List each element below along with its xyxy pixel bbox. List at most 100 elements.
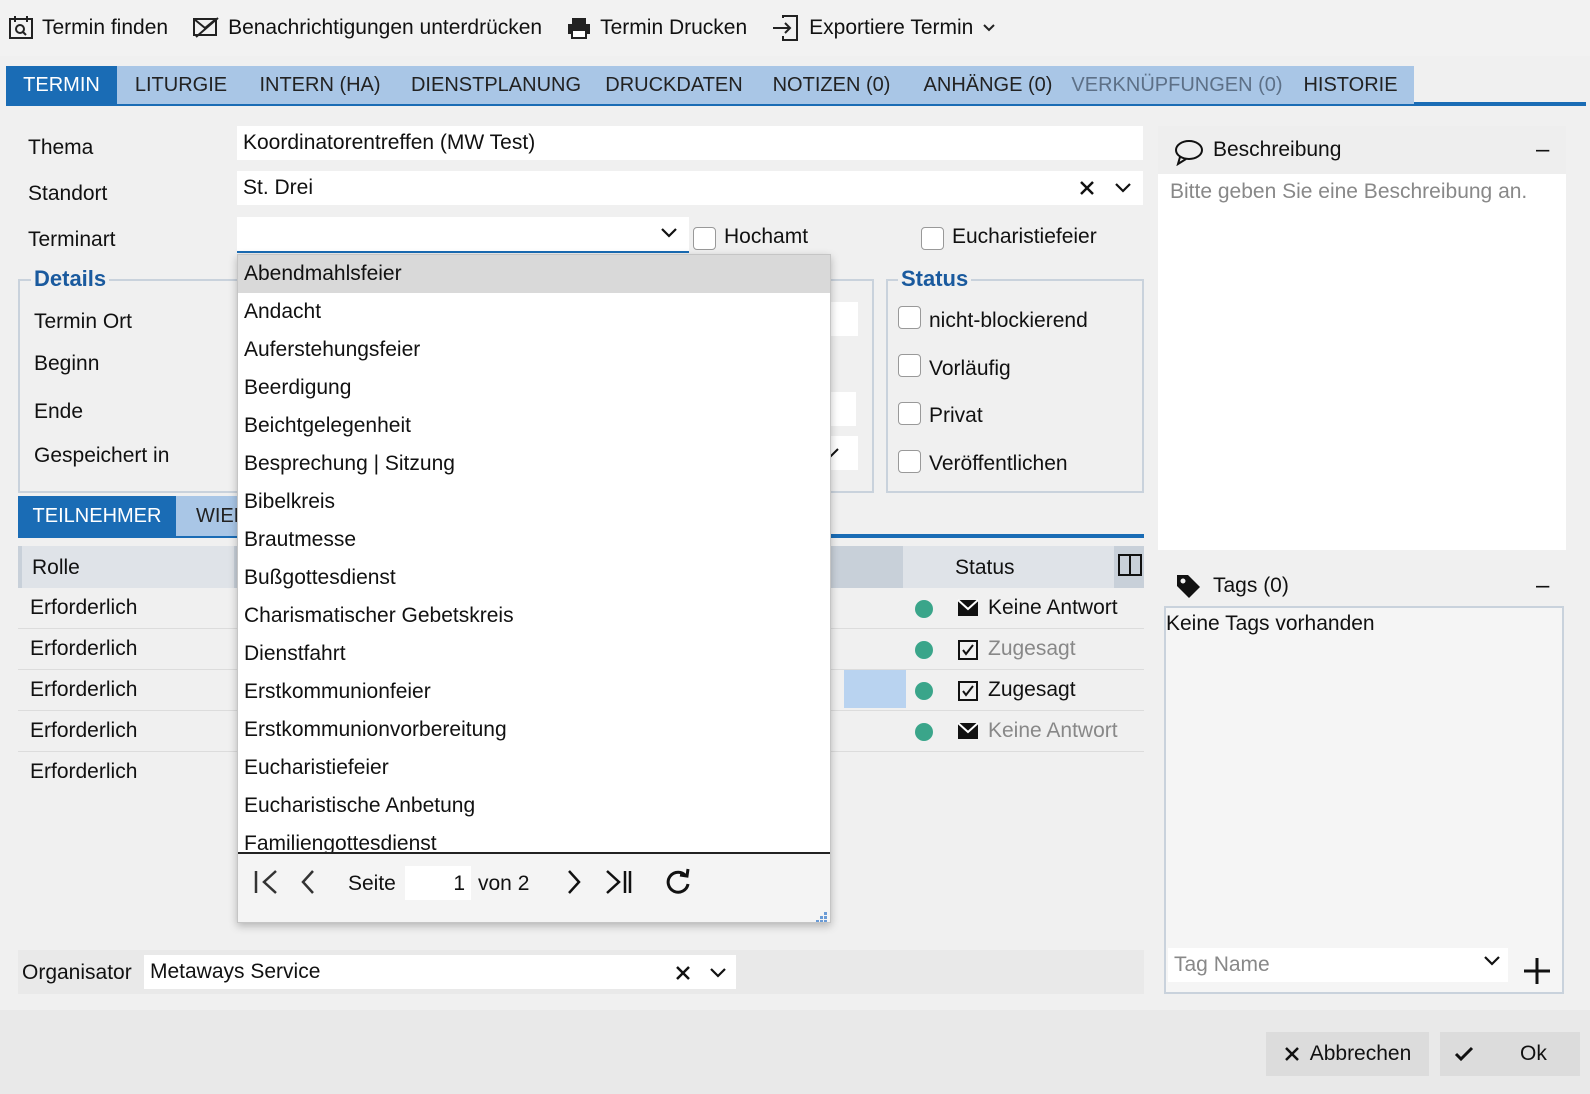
standort-combobox[interactable]: St. Drei: [237, 171, 1143, 205]
row-highlight-cell: [844, 670, 906, 708]
next-page-icon[interactable]: [564, 868, 584, 896]
pager-page-input[interactable]: 1: [405, 866, 471, 900]
chevron-down-icon[interactable]: [1482, 954, 1502, 968]
list-item[interactable]: Dienstfahrt: [238, 635, 830, 673]
list-item[interactable]: Abendmahlsfeier: [238, 255, 830, 293]
chevron-down-icon: [983, 24, 996, 32]
tab-liturgie[interactable]: LITURGIE: [117, 66, 245, 104]
list-item[interactable]: Erstkommunionvorbereitung: [238, 711, 830, 749]
beschreibung-title: Beschreibung: [1213, 138, 1342, 161]
main-tab-bar: TERMIN LITURGIE INTERN (HA) DIENSTPLANUN…: [6, 66, 1586, 106]
chevron-down-icon[interactable]: [708, 966, 728, 980]
col-rolle-header[interactable]: Rolle: [32, 556, 80, 580]
ende-label: Ende: [34, 400, 84, 423]
clear-icon[interactable]: [1078, 179, 1096, 197]
last-page-icon[interactable]: [604, 868, 634, 896]
veroeffentlichen-label: Veröffentlichen: [929, 452, 1068, 475]
printer-icon: [568, 18, 591, 39]
row-status: Keine Antwort: [988, 596, 1118, 619]
grid-header-indicator-cell: [903, 546, 945, 588]
first-page-icon[interactable]: [252, 868, 280, 896]
suppress-notifications-label: Benachrichtigungen unterdrücken: [228, 16, 543, 39]
terminart-dropdown-list: Abendmahlsfeier Andacht Auferstehungsfei…: [237, 254, 831, 923]
chevron-down-icon[interactable]: [659, 226, 679, 240]
list-item[interactable]: Eucharistiefeier: [238, 749, 830, 787]
collapse-beschreibung-button[interactable]: –: [1536, 136, 1549, 164]
tab-intern[interactable]: INTERN (HA): [241, 66, 399, 104]
list-item[interactable]: Auferstehungsfeier: [238, 331, 830, 369]
list-item[interactable]: Eucharistische Anbetung: [238, 787, 830, 825]
cancel-button[interactable]: Abbrechen: [1266, 1032, 1429, 1076]
tab-anhaenge[interactable]: ANHÄNGE (0): [908, 66, 1068, 104]
print-appointment-button[interactable]: Termin Drucken: [566, 16, 747, 40]
organisator-combobox[interactable]: Metaways Service: [144, 955, 736, 989]
tab-dienstplanung[interactable]: DIENSTPLANUNG: [398, 66, 594, 104]
list-item[interactable]: Bußgottesdienst: [238, 559, 830, 597]
clear-icon[interactable]: [674, 964, 692, 982]
find-appointment-label: Termin finden: [42, 16, 169, 39]
tab-historie[interactable]: HISTORIE: [1287, 66, 1414, 104]
row-rolle: Erforderlich: [30, 760, 138, 783]
status-dot: [915, 723, 933, 741]
details-title: Details: [31, 266, 110, 292]
thema-input[interactable]: Koordinatorentreffen (MW Test): [237, 126, 1143, 160]
envelope-icon: [957, 599, 979, 616]
termin-ort-label: Termin Ort: [34, 310, 133, 333]
privat-checkbox[interactable]: [898, 402, 921, 425]
ok-button[interactable]: Ok: [1440, 1032, 1580, 1076]
cancel-label: Abbrechen: [1309, 1042, 1412, 1065]
organisator-value: Metaways Service: [150, 960, 321, 983]
tab-notizen[interactable]: NOTIZEN (0): [754, 66, 909, 104]
list-item[interactable]: Charismatischer Gebetskreis: [238, 597, 830, 635]
tag-icon: [1177, 575, 1200, 598]
list-item[interactable]: Brautmesse: [238, 521, 830, 559]
beschreibung-textarea[interactable]: Bitte geben Sie eine Beschreibung an.: [1170, 180, 1527, 204]
tags-title: Tags (0): [1213, 574, 1289, 597]
pager-page-label: Seite: [348, 872, 396, 895]
previous-page-icon[interactable]: [298, 868, 318, 896]
row-status: Zugesagt: [988, 678, 1076, 701]
list-item[interactable]: Besprechung | Sitzung: [238, 445, 830, 483]
tab-wiederholung[interactable]: WIED: [176, 496, 248, 536]
list-item[interactable]: Bibelkreis: [238, 483, 830, 521]
tag-name-input[interactable]: Tag Name: [1168, 948, 1508, 982]
refresh-icon[interactable]: [664, 868, 692, 896]
gespeichert-in-label: Gespeichert in: [34, 444, 170, 467]
terminart-combobox[interactable]: [237, 217, 689, 253]
list-item[interactable]: Beerdigung: [238, 369, 830, 407]
find-appointment-button[interactable]: Termin finden: [8, 15, 168, 41]
export-appointment-button[interactable]: Exportiere Termin: [771, 14, 1005, 42]
tab-teilnehmer[interactable]: TEILNEHMER: [18, 496, 176, 536]
chevron-down-icon[interactable]: [1113, 181, 1133, 195]
vorlaeufig-checkbox[interactable]: [898, 354, 921, 377]
status-dot: [915, 641, 933, 659]
collapse-tags-button[interactable]: –: [1536, 572, 1549, 600]
veroeffentlichen-checkbox[interactable]: [898, 450, 921, 473]
tab-druckdaten[interactable]: DRUCKDATEN: [593, 66, 755, 104]
tab-verknuepfungen[interactable]: VERKNÜPFUNGEN (0): [1066, 66, 1288, 104]
tags-empty-text: Keine Tags vorhanden: [1166, 612, 1375, 635]
add-tag-icon[interactable]: [1522, 956, 1552, 986]
standort-value: St. Drei: [243, 176, 314, 199]
tab-termin[interactable]: TERMIN: [6, 66, 117, 104]
col-status-header[interactable]: Status: [955, 556, 1015, 580]
eucharistiefeier-checkbox[interactable]: [921, 227, 944, 250]
eucharistiefeier-label: Eucharistiefeier: [952, 225, 1097, 248]
hochamt-checkbox[interactable]: [693, 227, 716, 250]
ok-label: Ok: [1520, 1042, 1547, 1065]
list-item[interactable]: Andacht: [238, 293, 830, 331]
mail-off-icon: [193, 17, 219, 38]
status-dot: [915, 682, 933, 700]
dropdown-pager: Seite 1 von 2: [238, 852, 830, 923]
check-box-icon: [958, 681, 978, 701]
suppress-notifications-button[interactable]: Benachrichtigungen unterdrücken: [192, 16, 542, 40]
list-item[interactable]: Erstkommunionfeier: [238, 673, 830, 711]
beginn-label: Beginn: [34, 352, 100, 375]
nicht-blockierend-checkbox[interactable]: [898, 306, 921, 329]
list-item[interactable]: Beichtgelegenheit: [238, 407, 830, 445]
standort-label: Standort: [28, 182, 108, 205]
resize-handle-icon[interactable]: [816, 912, 828, 923]
thema-label: Thema: [28, 136, 94, 159]
columns-icon[interactable]: [1117, 553, 1143, 577]
pager-total-label: von 2: [478, 872, 530, 895]
